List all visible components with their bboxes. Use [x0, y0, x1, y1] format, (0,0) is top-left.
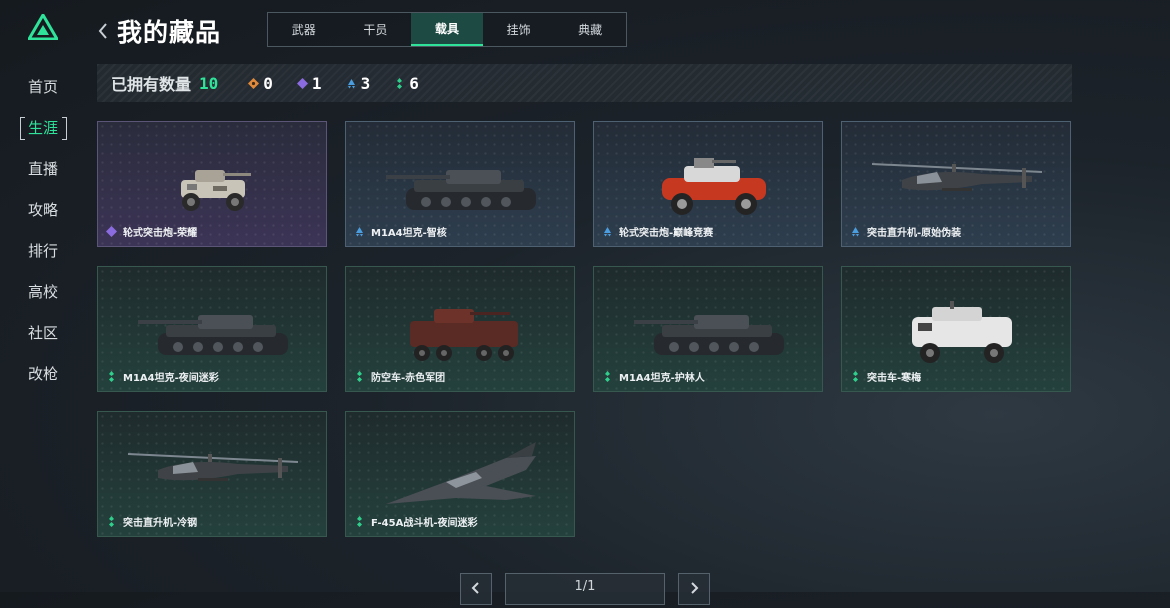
green-rarity-icon [605, 371, 610, 382]
collection-item-card[interactable]: M1A4坦克-智核 [345, 121, 575, 247]
prev-page-button[interactable] [460, 573, 492, 605]
item-name-label: M1A4坦克-智核 [371, 228, 447, 239]
sidebar-item-label: 攻略 [27, 201, 58, 219]
green-rarity-icon [357, 371, 362, 382]
blue-rarity-count: 3 [346, 74, 370, 93]
sidebar-nav: 首页生涯直播攻略排行高校社区改枪 [0, 66, 86, 394]
tab-2[interactable]: 载具 [411, 13, 483, 46]
app-logo-icon [28, 14, 58, 40]
blue-rarity-icon [852, 227, 859, 237]
tab-1[interactable]: 干员 [340, 13, 412, 46]
helicopter-icon [871, 163, 1043, 191]
blue-rarity-icon [604, 227, 611, 237]
collection-item-card[interactable]: M1A4坦克-护林人 [593, 266, 823, 392]
item-name: 轮式突击炮-荣耀 [106, 224, 197, 239]
green-rarity-icon [853, 371, 858, 382]
item-name-label: 突击车-寒梅 [867, 373, 922, 384]
item-name-label: 轮式突击炮-巅峰竞赛 [619, 228, 714, 239]
collection-item-card[interactable]: 突击直升机-冷钢 [97, 411, 327, 537]
item-name: 突击直升机-原始伪装 [850, 224, 961, 239]
page-indicator: 1/1 [505, 573, 665, 605]
purple-rarity-count: 1 [296, 74, 322, 93]
item-name: 突击车-寒梅 [850, 369, 921, 384]
chevron-right-icon [691, 582, 699, 594]
collection-item-card[interactable]: 防空车-赤色军团 [345, 266, 575, 392]
item-name: 轮式突击炮-巅峰竞赛 [602, 224, 713, 239]
tab-4[interactable]: 典藏 [554, 13, 626, 46]
jet-icon [386, 442, 536, 504]
sidebar-item-label: 改枪 [27, 365, 58, 383]
helicopter-icon [127, 453, 299, 481]
item-name-label: 轮式突击炮-荣耀 [123, 228, 198, 239]
blue-rarity-icon [356, 227, 363, 237]
green-rarity-icon [357, 516, 362, 527]
apc-icon [410, 309, 518, 361]
sidebar-item-label: 生涯 [27, 119, 58, 137]
sidebar-item-4[interactable]: 排行 [0, 230, 86, 271]
blue-rarity-icon [347, 78, 355, 88]
tank-icon [386, 170, 536, 210]
green-rarity-icon [109, 371, 114, 382]
sidebar-item-label: 排行 [27, 242, 58, 260]
owned-count-label: 已拥有数量 [111, 75, 192, 94]
purple-rarity-icon [296, 77, 308, 89]
item-name-label: 突击直升机-原始伪装 [867, 228, 962, 239]
armored-car-icon [912, 301, 1012, 363]
item-name: 突击直升机-冷钢 [106, 514, 197, 529]
green-rarity-count: 6 [394, 74, 419, 93]
item-name: M1A4坦克-智核 [354, 224, 447, 239]
tank-icon [138, 315, 288, 355]
item-name-label: M1A4坦克-护林人 [619, 373, 705, 384]
collection-item-card[interactable]: M1A4坦克-夜间迷彩 [97, 266, 327, 392]
orange-rarity-icon [248, 77, 260, 89]
category-tabs: 武器 干员 载具 挂饰 典藏 [267, 12, 627, 47]
chevron-left-icon [471, 582, 479, 594]
sidebar-item-5[interactable]: 高校 [0, 271, 86, 312]
buggy-icon [662, 158, 766, 215]
collection-item-card[interactable]: 突击车-寒梅 [841, 266, 1071, 392]
sidebar-item-label: 首页 [27, 78, 58, 96]
owned-count-bar: 已拥有数量 10 0 1 3 6 [97, 64, 1072, 102]
orange-rarity-count: 0 [248, 74, 273, 93]
item-name-label: M1A4坦克-夜间迷彩 [123, 373, 219, 384]
tab-0[interactable]: 武器 [268, 13, 340, 46]
active-bracket-right [62, 117, 67, 140]
item-name-label: 防空车-赤色军团 [371, 373, 446, 384]
tank-icon [634, 315, 784, 355]
sidebar-item-label: 社区 [27, 324, 58, 342]
active-bracket-left [20, 117, 25, 140]
item-name: F-45A战斗机-夜间迷彩 [354, 514, 477, 529]
green-rarity-icon [109, 516, 114, 527]
item-name-label: 突击直升机-冷钢 [123, 518, 198, 529]
item-name: M1A4坦克-夜间迷彩 [106, 369, 219, 384]
page-title: 我的藏品 [117, 18, 222, 47]
item-name-label: F-45A战斗机-夜间迷彩 [371, 518, 478, 529]
sidebar-item-label: 高校 [27, 283, 58, 301]
owned-count-total: 10 [199, 73, 219, 93]
collection-item-card[interactable]: 轮式突击炮-巅峰竞赛 [593, 121, 823, 247]
tab-3[interactable]: 挂饰 [483, 13, 555, 46]
sidebar-item-2[interactable]: 直播 [0, 148, 86, 189]
collection-item-card[interactable]: 轮式突击炮-荣耀 [97, 121, 327, 247]
sidebar-item-6[interactable]: 社区 [0, 312, 86, 353]
collection-item-card[interactable]: 突击直升机-原始伪装 [841, 121, 1071, 247]
sidebar-item-0[interactable]: 首页 [0, 66, 86, 107]
green-rarity-icon [397, 77, 403, 89]
sidebar-item-3[interactable]: 攻略 [0, 189, 86, 230]
purple-rarity-icon [106, 226, 117, 237]
item-name: 防空车-赤色军团 [354, 369, 445, 384]
sidebar-item-label: 直播 [27, 160, 58, 178]
next-page-button[interactable] [678, 573, 710, 605]
wheeled-assault-gun-icon [181, 170, 251, 211]
back-chevron-icon[interactable] [96, 21, 110, 41]
sidebar-item-7[interactable]: 改枪 [0, 353, 86, 394]
item-name: M1A4坦克-护林人 [602, 369, 705, 384]
sidebar-item-1[interactable]: 生涯 [0, 107, 86, 148]
collection-item-card[interactable]: F-45A战斗机-夜间迷彩 [345, 411, 575, 537]
